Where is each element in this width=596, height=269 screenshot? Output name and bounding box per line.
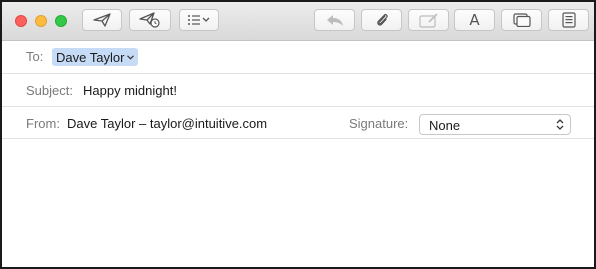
from-account[interactable]: Dave Taylor – taylor@intuitive.com xyxy=(67,116,267,131)
subject-label: Subject: xyxy=(26,83,73,98)
markup-button[interactable] xyxy=(408,9,449,31)
paper-plane-send-icon xyxy=(93,13,111,27)
signature-label: Signature: xyxy=(349,116,409,131)
send-later-icon xyxy=(139,12,160,28)
signature-selected-value: None xyxy=(429,118,461,133)
format-list-button[interactable] xyxy=(179,9,219,31)
send-later-button[interactable] xyxy=(129,9,171,31)
from-label: From: xyxy=(26,116,60,131)
to-row: To: Dave Taylor xyxy=(2,41,594,74)
paperclip-attach-icon xyxy=(376,13,388,26)
subject-row[interactable]: Subject: Happy midnight! xyxy=(2,74,594,107)
toolbar: A xyxy=(2,2,594,41)
recipient-token[interactable]: Dave Taylor xyxy=(52,48,139,66)
to-label: To: xyxy=(26,49,44,64)
browser-windows-button[interactable] xyxy=(501,9,542,31)
send-button[interactable] xyxy=(82,9,122,31)
show-browser-windows-icon xyxy=(512,13,531,27)
reply-button[interactable] xyxy=(314,9,355,31)
list-format-dropdown-icon xyxy=(188,15,210,25)
subject-field[interactable]: Happy midnight! xyxy=(83,83,177,98)
reply-arrow-icon xyxy=(326,14,343,26)
recipient-name: Dave Taylor xyxy=(56,49,125,65)
from-row: From: Dave Taylor – taylor@intuitive.com… xyxy=(2,107,594,139)
up-down-chevron-icon xyxy=(556,119,564,130)
photo-browser-icon xyxy=(561,12,576,28)
signature-select[interactable]: None xyxy=(419,114,571,135)
compose-window: A To: Dave Taylor Subject: Happy midnigh… xyxy=(0,0,596,269)
fonts-icon: A xyxy=(469,11,480,29)
attach-button[interactable] xyxy=(361,9,402,31)
minimize-window-button[interactable] xyxy=(35,15,47,27)
zoom-window-button[interactable] xyxy=(55,15,67,27)
chevron-down-icon xyxy=(127,54,135,60)
photo-browser-button[interactable] xyxy=(548,9,589,31)
fonts-button[interactable]: A xyxy=(454,9,495,31)
close-window-button[interactable] xyxy=(15,15,27,27)
markup-photo-icon xyxy=(418,12,438,28)
message-body[interactable] xyxy=(2,139,594,267)
